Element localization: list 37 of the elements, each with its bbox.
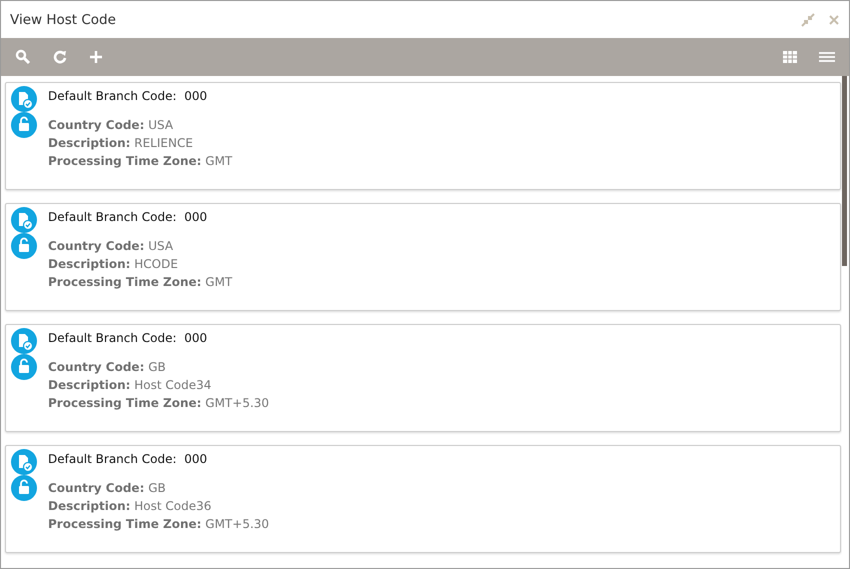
minimize-button[interactable] (801, 12, 815, 26)
record-field: Processing Time Zone: GMT+5.30 (48, 396, 270, 410)
unlock-icon (11, 112, 37, 138)
record-field: Country Code: USA (48, 239, 232, 253)
document-check-icon (11, 86, 37, 112)
record-field: Description: RELIENCE (48, 136, 232, 150)
list-view-button[interactable] (819, 51, 835, 63)
record-card[interactable]: Default Branch Code: 000 Country Code: GB Description: Host Code36 Processing Time Zone: GMT+5.30 (5, 445, 841, 553)
unlock-icon (11, 233, 37, 259)
record-field: Description: Host Code36 (48, 499, 270, 513)
record-card[interactable]: Default Branch Code: 000 Country Code: USA Description: HCODE Processing Time Zone: GMT (5, 203, 841, 311)
document-check-icon (11, 328, 37, 354)
window-title: View Host Code (10, 12, 117, 28)
record-card[interactable]: Default Branch Code: 000 Country Code: USA Description: RELIENCE Processing Time Zone: GMT (5, 82, 841, 190)
record-field: Description: Host Code34 (48, 378, 270, 392)
record-header: Default Branch Code: 000 (48, 330, 208, 345)
add-button[interactable] (89, 50, 103, 64)
grid-view-button[interactable] (783, 51, 797, 63)
search-button[interactable] (15, 49, 31, 65)
record-header: Default Branch Code: 000 (48, 209, 208, 224)
document-check-icon (11, 207, 37, 233)
unlock-icon (11, 354, 37, 380)
record-header: Default Branch Code: 000 (48, 451, 208, 466)
record-field: Country Code: USA (48, 118, 232, 132)
unlock-icon (11, 475, 37, 501)
record-header: Default Branch Code: 000 (48, 88, 208, 103)
record-card[interactable]: Default Branch Code: 000 Country Code: GB Description: Host Code34 Processing Time Zone: GMT+5.30 (5, 324, 841, 432)
record-field: Country Code: GB (48, 360, 270, 374)
close-button[interactable] (829, 14, 839, 24)
refresh-button[interactable] (53, 50, 67, 64)
record-field: Processing Time Zone: GMT (48, 275, 232, 289)
scrollbar-thumb[interactable] (842, 76, 847, 266)
document-check-icon (11, 449, 37, 475)
record-field: Processing Time Zone: GMT (48, 154, 232, 168)
record-field: Description: HCODE (48, 257, 232, 271)
record-field: Processing Time Zone: GMT+5.30 (48, 517, 270, 531)
record-field: Country Code: GB (48, 481, 270, 495)
